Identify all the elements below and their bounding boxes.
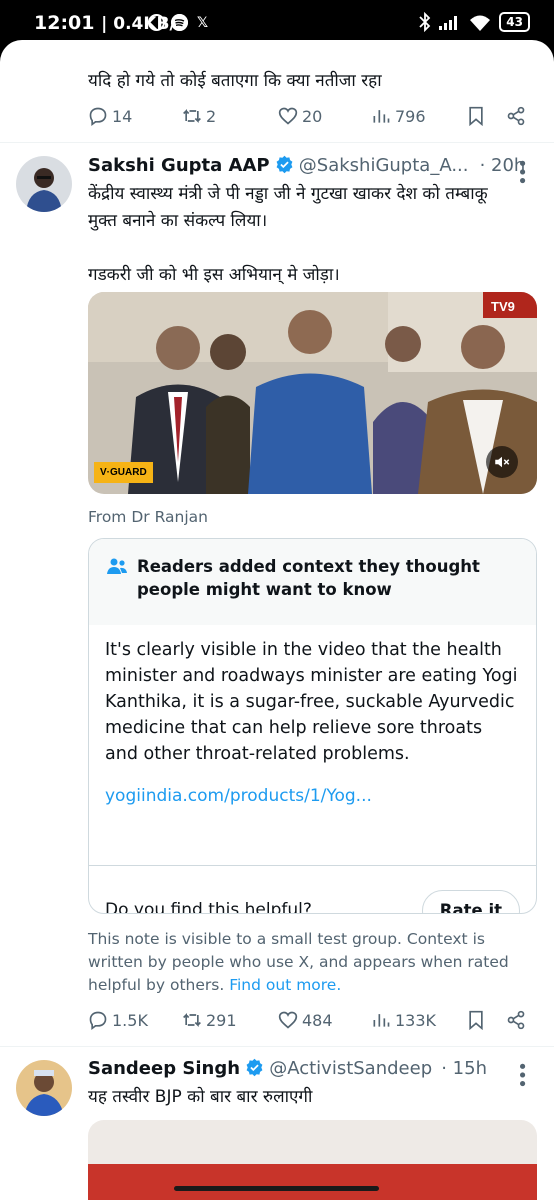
timeline[interactable]: यदि हो गये तो कोई बताएगा कि क्या नतीजा र… — [0, 40, 554, 1200]
like-button[interactable]: 20 — [278, 106, 322, 126]
repost-button[interactable]: 291 — [182, 1010, 237, 1030]
handle[interactable]: @SakshiGupta_A... — [299, 155, 469, 176]
people-icon — [107, 558, 127, 574]
handle[interactable]: @ActivistSandeep — [269, 1058, 432, 1079]
heart-icon — [278, 1011, 298, 1029]
bluetooth-icon — [419, 12, 431, 32]
note-source-link[interactable]: yogiindia.com/products/1/Yog... — [105, 783, 520, 809]
battery-indicator: 43 — [499, 12, 530, 32]
home-indicator — [174, 1186, 379, 1191]
share-button[interactable] — [506, 1010, 526, 1030]
note-disclaimer: This note is visible to a small test gro… — [88, 930, 509, 994]
signal-icon — [439, 16, 458, 30]
community-note: Readers added context they thought peopl… — [88, 538, 537, 914]
display-name[interactable]: Sakshi Gupta AAP — [88, 155, 270, 176]
avatar[interactable] — [16, 1060, 72, 1116]
bookmark-button[interactable] — [466, 106, 486, 126]
video-player[interactable]: TV9 V·GUARD — [88, 292, 537, 494]
reply-button[interactable]: 1.5K — [88, 1010, 148, 1030]
mute-icon — [495, 456, 510, 468]
rate-it-button[interactable]: Rate it — [421, 889, 520, 913]
heart-icon — [278, 107, 298, 125]
views-icon — [373, 1014, 390, 1027]
mute-button[interactable] — [486, 446, 518, 478]
bookmark-button[interactable] — [466, 1010, 486, 1030]
share-button[interactable] — [506, 106, 526, 126]
x-app-icon: 𝕏 — [196, 14, 209, 31]
share-icon — [507, 106, 525, 126]
spotify-icon — [171, 14, 188, 31]
note-rating: Do you find this helpful? Rate it — [89, 866, 536, 914]
share-icon — [507, 1010, 525, 1030]
like-button[interactable]: 484 — [278, 1010, 333, 1030]
reply-icon — [89, 1011, 107, 1030]
bookmark-icon — [469, 106, 483, 126]
verified-badge-icon — [276, 155, 293, 174]
reply-icon — [89, 107, 107, 126]
repost-button[interactable]: 2 — [182, 106, 216, 126]
repost-icon — [183, 1012, 201, 1028]
tweet-text: यह तस्वीर BJP को बार बार रुलाएगी — [88, 1087, 313, 1107]
bookmark-icon — [469, 1010, 483, 1030]
reply-button[interactable]: 14 — [88, 106, 132, 126]
divider — [0, 142, 554, 143]
helpful-question: Do you find this helpful? — [105, 900, 312, 914]
views-button[interactable]: 133K — [371, 1010, 436, 1030]
prev-tweet-text: यदि हो गये तो कोई बताएगा कि क्या नतीजा र… — [88, 71, 382, 91]
more-options-icon[interactable]: ••• — [511, 1061, 532, 1087]
channel-logo: TV9 — [491, 299, 515, 314]
views-icon — [373, 110, 390, 123]
media-source[interactable]: From Dr Ranjan — [88, 508, 208, 526]
note-header: Readers added context they thought peopl… — [89, 539, 536, 625]
sponsor-logo: V·GUARD — [94, 462, 153, 483]
more-options-icon[interactable]: ••• — [511, 158, 532, 184]
avatar[interactable] — [16, 156, 72, 212]
timestamp[interactable]: · 15h — [441, 1058, 487, 1079]
divider — [0, 1046, 554, 1047]
tweet-header: Sandeep Singh @ActivistSandeep · 15h — [88, 1058, 487, 1079]
verified-badge-icon — [246, 1058, 263, 1077]
find-out-more-link[interactable]: Find out more. — [229, 976, 341, 994]
note-title: Readers added context they thought peopl… — [137, 557, 480, 599]
alarm-icon — [148, 14, 165, 31]
display-name[interactable]: Sandeep Singh — [88, 1058, 240, 1079]
wifi-icon — [470, 15, 491, 31]
views-button[interactable]: 796 — [371, 106, 426, 126]
repost-icon — [183, 108, 201, 124]
tweet-header: Sakshi Gupta AAP @SakshiGupta_A... · 20h — [88, 155, 525, 176]
tweet-text: केंद्रीय स्वास्थ्य मंत्री जे पी नड्डा जी… — [88, 184, 488, 285]
note-body: It's clearly visible in the video that t… — [89, 625, 536, 825]
